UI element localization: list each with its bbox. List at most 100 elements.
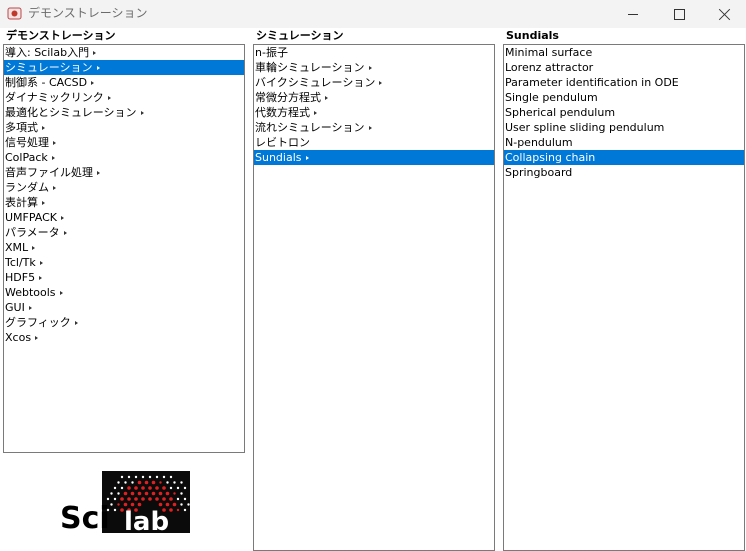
list-item[interactable]: Lorenz attractor xyxy=(504,60,744,75)
close-icon xyxy=(719,8,731,20)
submenu-arrow-icon xyxy=(51,156,55,160)
list-item[interactable]: ColPack xyxy=(4,150,244,165)
list-item-label: 多項式 xyxy=(5,121,38,134)
list-item-label: 音声ファイル処理 xyxy=(5,166,93,179)
logo-dot xyxy=(183,497,187,501)
list-item[interactable]: シミュレーション xyxy=(4,60,244,75)
list-item-label: Single pendulum xyxy=(505,91,598,104)
list-item-label: ランダム xyxy=(5,181,49,194)
list-item[interactable]: Minimal surface xyxy=(504,45,744,60)
logo-dot xyxy=(158,502,163,507)
sundials-listbox[interactable]: Minimal surface Lorenz attractor Parameter… xyxy=(503,44,745,551)
list-item-label: グラフィック xyxy=(5,316,71,329)
logo-dot xyxy=(176,497,180,501)
list-item[interactable]: 音声ファイル処理 xyxy=(4,165,244,180)
list-item[interactable]: UMFPACK xyxy=(4,210,244,225)
list-item-label: 制御系 - CACSD xyxy=(5,76,88,89)
list-item[interactable]: Xcos xyxy=(4,330,244,345)
logo-dot xyxy=(110,492,113,495)
submenu-arrow-icon xyxy=(53,186,56,190)
list-item[interactable]: HDF5 xyxy=(4,270,244,285)
logo-dot xyxy=(151,480,156,485)
logo-dot xyxy=(162,486,166,490)
list-item[interactable]: 流れシミュレーション xyxy=(254,120,494,135)
list-item[interactable]: 代数方程式 xyxy=(254,105,494,120)
submenu-arrow-icon xyxy=(96,66,100,70)
submenu-arrow-icon xyxy=(74,321,78,325)
logo-dot xyxy=(141,475,145,479)
list-item[interactable]: Single pendulum xyxy=(504,90,744,105)
logo-dot xyxy=(173,481,176,484)
logo-dot xyxy=(148,486,152,490)
list-item-label: N-pendulum xyxy=(505,136,573,149)
list-item[interactable]: 表計算 xyxy=(4,195,244,210)
close-button[interactable] xyxy=(702,0,746,28)
logo-dot xyxy=(134,475,138,479)
logo-dot xyxy=(113,486,117,490)
list-item[interactable]: Tcl/Tk xyxy=(4,255,244,270)
logo-dot xyxy=(162,497,166,501)
list-item[interactable]: Springboard xyxy=(504,165,744,180)
submenu-arrow-icon xyxy=(42,201,45,205)
logo-dot xyxy=(144,491,149,496)
logo-dot xyxy=(183,508,187,512)
list-item-label: Spherical pendulum xyxy=(505,106,616,119)
column-header-demos: デモンストレーション xyxy=(6,29,116,42)
list-item[interactable]: Webtools xyxy=(4,285,244,300)
list-item[interactable]: XML xyxy=(4,240,244,255)
list-item[interactable]: Sundials xyxy=(254,150,494,165)
submenu-arrow-icon xyxy=(97,171,100,175)
logo-dot xyxy=(117,492,120,495)
maximize-button[interactable] xyxy=(656,0,702,28)
list-item[interactable]: 車輪シミュレーション xyxy=(254,60,494,75)
list-item-label: Springboard xyxy=(505,166,573,179)
submenu-arrow-icon xyxy=(42,126,45,130)
logo-dot xyxy=(120,486,124,490)
list-item[interactable]: パラメータ xyxy=(4,225,244,240)
logo-dot xyxy=(117,481,120,484)
list-item[interactable]: ランダム xyxy=(4,180,244,195)
list-item[interactable]: 最適化とシミュレーション xyxy=(4,105,244,120)
logo-dot xyxy=(155,475,159,479)
logo-dot xyxy=(106,497,110,501)
logo-dot xyxy=(134,497,138,501)
list-item-label: UMFPACK xyxy=(5,211,58,224)
list-item[interactable]: 導入: Scilab入門 xyxy=(4,45,244,60)
list-item[interactable]: User spline sliding pendulum xyxy=(504,120,744,135)
list-item[interactable]: Spherical pendulum xyxy=(504,105,744,120)
list-item[interactable]: GUI xyxy=(4,300,244,315)
list-item[interactable]: 多項式 xyxy=(4,120,244,135)
list-item[interactable]: グラフィック xyxy=(4,315,244,330)
logo-dot xyxy=(155,486,159,490)
list-item[interactable]: レビトロン xyxy=(254,135,494,150)
list-item[interactable]: バイクシミュレーション xyxy=(254,75,494,90)
simulation-listbox[interactable]: n-振子 車輪シミュレーション バイクシミュレーション 常微分方程式 代数方程式 流れシミ… xyxy=(253,44,495,551)
logo-dot xyxy=(137,502,142,507)
demos-listbox[interactable]: 導入: Scilab入門 シミュレーション 制御系 - CACSD ダイナミックリンク… xyxy=(3,44,245,453)
logo-dot xyxy=(173,492,176,495)
list-item[interactable]: Collapsing chain xyxy=(504,150,744,165)
list-item[interactable]: n-振子 xyxy=(254,45,494,60)
logo-dot xyxy=(169,475,173,479)
logo-dot xyxy=(141,486,145,490)
logo-dot xyxy=(120,475,124,479)
window-title: デモンストレーション xyxy=(28,6,148,20)
submenu-arrow-icon xyxy=(325,96,328,100)
list-item[interactable]: 常微分方程式 xyxy=(254,90,494,105)
list-item[interactable]: 信号処理 xyxy=(4,135,244,150)
list-item[interactable]: Parameter identification in ODE xyxy=(504,75,744,90)
list-item[interactable]: N-pendulum xyxy=(504,135,744,150)
logo-dot xyxy=(134,486,138,490)
list-item-label: 最適化とシミュレーション xyxy=(5,106,137,119)
list-item[interactable]: 制御系 - CACSD xyxy=(4,75,244,90)
minimize-button[interactable] xyxy=(610,0,656,28)
maximize-icon xyxy=(673,8,685,20)
submenu-arrow-icon xyxy=(28,306,32,310)
logo-dot xyxy=(162,475,166,479)
logo-dot xyxy=(169,508,173,512)
logo-dot xyxy=(144,480,149,485)
logo-dot xyxy=(165,491,170,496)
list-item-label: GUI xyxy=(5,301,25,314)
list-item[interactable]: ダイナミックリンク xyxy=(4,90,244,105)
list-item-label: Lorenz attractor xyxy=(505,61,594,74)
